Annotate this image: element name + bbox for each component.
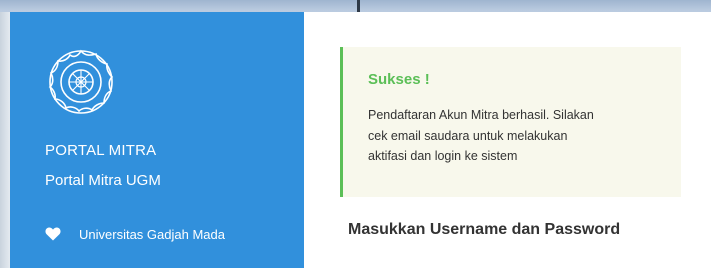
success-alert: Sukses ! Pendaftaran Akun Mitra berhasil… [340, 47, 681, 197]
alert-message-line: Pendaftaran Akun Mitra berhasil. Silakan [368, 108, 594, 122]
footer-credit: Universitas Gadjah Mada [45, 225, 225, 243]
university-name: Universitas Gadjah Mada [79, 226, 225, 242]
alert-message-line: aktifasi dan login ke sistem [368, 149, 518, 163]
alert-message: Pendaftaran Akun Mitra berhasil. Silakan… [368, 105, 658, 167]
portal-title: PORTAL MITRA [45, 142, 157, 159]
sidebar-panel: PORTAL MITRA Portal Mitra UGM Universita… [10, 12, 304, 268]
main-panel: Sukses ! Pendaftaran Akun Mitra berhasil… [304, 12, 711, 268]
login-heading: Masukkan Username dan Password [348, 221, 621, 238]
alert-title: Sukses ! [368, 71, 430, 88]
alert-message-line: cek email saudara untuk melakukan [368, 128, 568, 143]
portal-subtitle: Portal Mitra UGM [45, 172, 161, 189]
page-edge [0, 12, 10, 268]
ugm-seal-icon [48, 49, 114, 114]
backdrop-divider [357, 0, 360, 12]
heart-icon [45, 227, 61, 241]
